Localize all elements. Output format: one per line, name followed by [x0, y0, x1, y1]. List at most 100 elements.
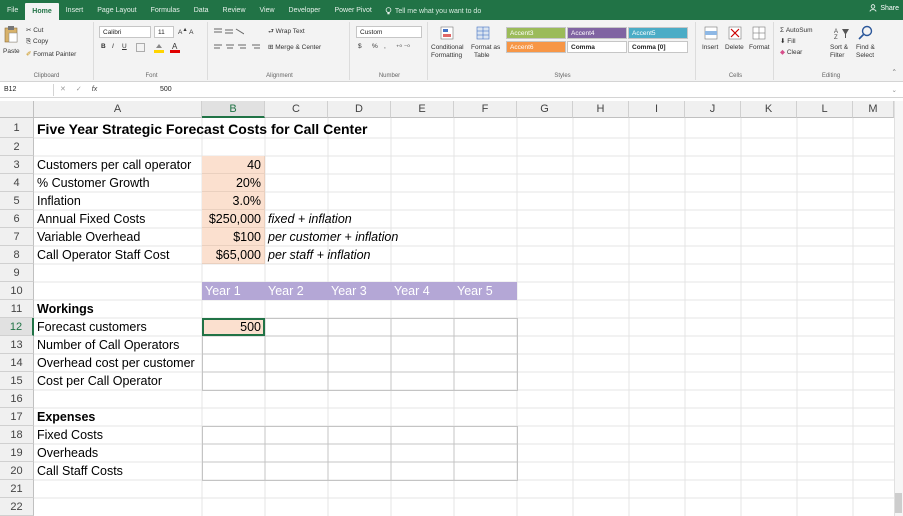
label-annual-fixed-costs[interactable]: Annual Fixed Costs — [34, 210, 145, 228]
row-header-2[interactable]: 2 — [0, 138, 34, 156]
select-all-corner[interactable] — [0, 101, 34, 118]
row-header-17[interactable]: 17 — [0, 408, 34, 426]
input-variable-overhead[interactable]: $100 — [202, 228, 265, 246]
fill-color-icon[interactable] — [154, 42, 164, 53]
row-header-15[interactable]: 15 — [0, 372, 34, 390]
label-call-operator-staff-cost[interactable]: Call Operator Staff Cost — [34, 246, 169, 264]
row-header-19[interactable]: 19 — [0, 444, 34, 462]
insert-button[interactable]: Insert — [702, 44, 718, 51]
paste-button[interactable]: Paste — [3, 48, 20, 55]
column-header-f[interactable]: F — [454, 101, 517, 118]
tell-me-box[interactable]: Tell me what you want to do — [385, 7, 481, 15]
row-header-11[interactable]: 11 — [0, 300, 34, 318]
style-accent4[interactable]: Accent4 — [567, 27, 627, 39]
tab-page-layout[interactable]: Page Layout — [90, 3, 143, 17]
delete-button[interactable]: Delete — [725, 44, 744, 51]
column-header-h[interactable]: H — [573, 101, 629, 118]
decimal-icon[interactable]: ⁺⁰ ⁻⁰ — [396, 43, 410, 51]
expand-formula-icon[interactable]: ⌄ — [892, 86, 897, 94]
function-icon[interactable]: fx — [92, 84, 97, 96]
label-forecast-customers[interactable]: Forecast customers — [34, 318, 147, 336]
input-inflation[interactable]: 3.0% — [202, 192, 265, 210]
scrollbar-thumb[interactable] — [895, 493, 902, 513]
autosum-button[interactable]: Σ AutoSum — [780, 27, 813, 34]
input-customer-growth[interactable]: 20% — [202, 174, 265, 192]
note-staff-cost[interactable]: per staff + inflation — [265, 246, 371, 264]
tab-formulas[interactable]: Formulas — [144, 3, 187, 17]
format-button[interactable]: Format — [749, 44, 770, 51]
tab-view[interactable]: View — [253, 3, 282, 17]
number-format-select[interactable]: Custom — [356, 26, 422, 38]
style-comma-0[interactable]: Comma [0] — [628, 41, 688, 53]
input-annual-fixed-costs[interactable]: $250,000 — [202, 210, 265, 228]
row-header-22[interactable]: 22 — [0, 498, 34, 516]
underline-button[interactable]: U — [122, 43, 127, 50]
copy-button[interactable]: ⎘ Copy — [26, 38, 48, 46]
bold-button[interactable]: B — [101, 43, 106, 50]
merge-center-button[interactable]: ⊞ Merge & Center — [268, 43, 321, 51]
note-fixed-costs[interactable]: fixed + inflation — [265, 210, 352, 228]
paste-icon[interactable] — [4, 25, 18, 43]
borders-icon[interactable] — [136, 43, 145, 52]
align-left-icon[interactable] — [214, 43, 266, 52]
currency-button[interactable]: $ — [358, 43, 362, 50]
column-header-l[interactable]: L — [797, 101, 853, 118]
row-header-14[interactable]: 14 — [0, 354, 34, 372]
row-header-6[interactable]: 6 — [0, 210, 34, 228]
style-comma[interactable]: Comma — [567, 41, 627, 53]
percent-button[interactable]: % — [372, 43, 378, 50]
row-header-7[interactable]: 7 — [0, 228, 34, 246]
year-header-1[interactable]: Year 1 — [202, 282, 265, 300]
conditional-formatting-icon[interactable] — [440, 26, 454, 40]
label-call-staff-costs[interactable]: Call Staff Costs — [34, 462, 123, 480]
column-header-i[interactable]: I — [629, 101, 685, 118]
tab-file[interactable]: File — [0, 3, 25, 17]
format-cells-icon[interactable] — [752, 26, 766, 40]
style-accent3[interactable]: Accent3 — [506, 27, 566, 39]
style-accent5[interactable]: Accent5 — [628, 27, 688, 39]
collapse-ribbon-icon[interactable]: ⌃ — [892, 68, 897, 76]
share-button[interactable]: Share — [869, 4, 899, 12]
year-header-4[interactable]: Year 4 — [391, 282, 454, 300]
column-header-b[interactable]: B — [202, 101, 265, 118]
label-customers-per-operator[interactable]: Customers per call operator — [34, 156, 191, 174]
label-variable-overhead[interactable]: Variable Overhead — [34, 228, 140, 246]
sort-filter-button[interactable]: Sort & — [830, 44, 848, 51]
formula-input[interactable]: 500 — [160, 84, 172, 96]
column-header-e[interactable]: E — [391, 101, 454, 118]
tab-developer[interactable]: Developer — [282, 3, 328, 17]
find-select-button[interactable]: Find & — [856, 44, 875, 51]
label-overheads[interactable]: Overheads — [34, 444, 98, 462]
row-header-3[interactable]: 3 — [0, 156, 34, 174]
font-color-icon[interactable]: A — [170, 42, 180, 53]
grow-font-icon[interactable]: A▲ A — [178, 27, 194, 36]
sort-filter-icon[interactable]: AZ — [834, 26, 850, 40]
column-header-a[interactable]: A — [34, 101, 202, 118]
tab-data[interactable]: Data — [187, 3, 216, 17]
label-overhead-per-customer[interactable]: Overhead cost per customer — [34, 354, 195, 372]
row-header-5[interactable]: 5 — [0, 192, 34, 210]
row-header-10[interactable]: 10 — [0, 282, 34, 300]
cell-b12-forecast-customers-year1[interactable]: 500 — [202, 318, 265, 336]
find-magnifier-icon[interactable] — [858, 25, 873, 40]
row-header-8[interactable]: 8 — [0, 246, 34, 264]
cut-button[interactable]: ✂ Cut — [26, 26, 43, 34]
workings-heading[interactable]: Workings — [34, 300, 94, 318]
comma-button[interactable]: , — [384, 43, 386, 50]
column-header-c[interactable]: C — [265, 101, 328, 118]
expenses-heading[interactable]: Expenses — [34, 408, 95, 426]
row-header-4[interactable]: 4 — [0, 174, 34, 192]
tab-review[interactable]: Review — [216, 3, 253, 17]
year-header-3[interactable]: Year 3 — [328, 282, 391, 300]
input-customers-per-operator[interactable]: 40 — [202, 156, 265, 174]
tab-home[interactable]: Home — [25, 3, 59, 20]
sheet-title[interactable]: Five Year Strategic Forecast Costs for C… — [34, 120, 367, 138]
year-header-2[interactable]: Year 2 — [265, 282, 328, 300]
vertical-scrollbar[interactable] — [894, 101, 903, 516]
insert-cells-icon[interactable] — [704, 26, 718, 40]
name-box[interactable]: B12 — [2, 84, 54, 96]
label-inflation[interactable]: Inflation — [34, 192, 81, 210]
row-header-1[interactable]: 1 — [0, 118, 34, 138]
row-header-13[interactable]: 13 — [0, 336, 34, 354]
row-header-20[interactable]: 20 — [0, 462, 34, 480]
